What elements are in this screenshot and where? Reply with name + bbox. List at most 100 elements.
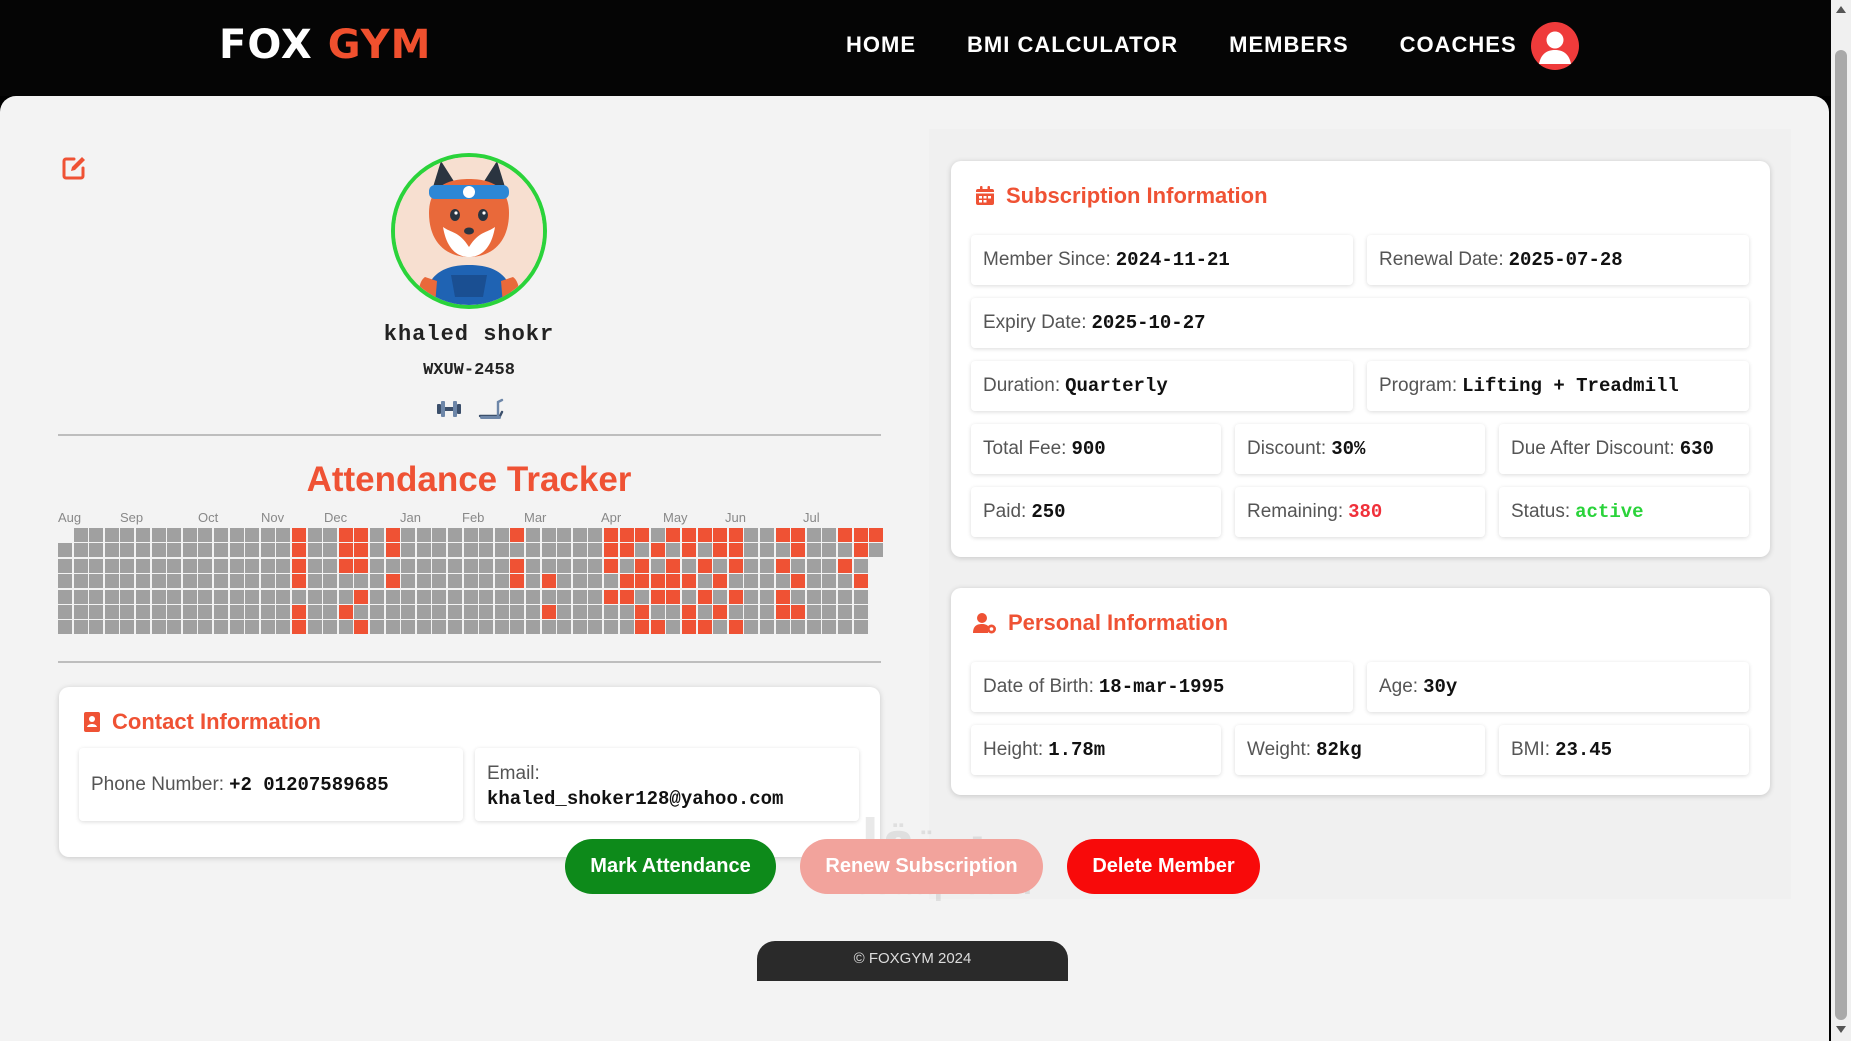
attendance-day-cell [463,574,478,589]
phone-number-label: Phone Number: [91,773,225,795]
member-name: khaled shokr [383,322,555,347]
attendance-day-cell [697,605,712,619]
attendance-day-cell [869,543,884,558]
attendance-day-cell [775,605,790,619]
age-label: Age: [1379,676,1419,697]
user-account-icon[interactable] [1531,22,1579,70]
attendance-day-cell [432,589,447,604]
page-scrollbar[interactable] [1831,0,1851,1041]
attendance-day-cell [104,605,119,619]
attendance-day-cell [697,574,712,589]
attendance-day-cell [370,558,384,573]
scroll-up-arrow-icon[interactable] [1836,6,1846,13]
attendance-day-cell [853,589,868,604]
attendance-day-cell [167,605,182,619]
edit-icon[interactable] [60,154,88,182]
attendance-day-cell [370,605,384,619]
attendance-day-cell [198,574,213,589]
attendance-day-cell [572,620,587,635]
subscription-card-title: Subscription Information [1006,183,1268,208]
attendance-day-cell [307,558,322,573]
attendance-day-cell [635,574,650,589]
attendance-day-cell [214,558,228,573]
attendance-day-cell [214,605,228,619]
delete-member-button[interactable]: Delete Member [1067,839,1260,894]
attendance-day-cell [260,543,275,558]
attendance-day-cell [432,543,447,558]
attendance-day-cell [338,620,353,635]
attendance-day-cell [89,543,104,558]
mark-attendance-button[interactable]: Mark Attendance [565,839,776,894]
attendance-day-cell [401,620,416,635]
attendance-month-label: Jan [400,510,421,525]
attendance-day-cell [73,528,88,542]
attendance-day-cell [682,574,696,589]
attendance-day-cell [58,558,72,573]
attendance-day-cell [557,574,572,589]
attendance-day-cell [666,589,681,604]
attendance-day-cell [214,620,228,635]
scrollbar-thumb[interactable] [1835,50,1847,1020]
email-value[interactable]: khaled_shoker128@yahoo.com [487,786,847,812]
attendance-day-cell [760,543,774,558]
attendance-day-cell [370,528,384,542]
nav-bmi-calculator-link[interactable]: BMI CALCULATOR [967,32,1178,58]
attendance-day-cell [104,620,119,635]
renew-subscription-button[interactable]: Renew Subscription [800,839,1043,894]
attendance-day-cell [292,589,306,604]
attendance-day-cell [635,543,650,558]
attendance-day-cell [526,543,540,558]
attendance-day-cell [650,589,665,604]
attendance-day-cell [791,528,806,542]
scroll-down-arrow-icon[interactable] [1836,1026,1846,1033]
attendance-day-cell [89,528,104,542]
attendance-day-cell [182,574,197,589]
attendance-day-cell [853,620,868,635]
email-field: Email: khaled_shoker128@yahoo.com [475,748,859,821]
attendance-day-cell [182,620,197,635]
attendance-day-cell [728,605,743,619]
attendance-day-cell [494,543,509,558]
attendance-day-cell [526,605,540,619]
attendance-day-cell [619,558,634,573]
section-divider [58,434,881,436]
nav-coaches-link[interactable]: COACHES [1400,32,1517,58]
attendance-day-cell [245,605,260,619]
attendance-day-cell [73,589,88,604]
attendance-day-cell [385,605,400,619]
attendance-day-cell [541,589,556,604]
attendance-day-cell [182,528,197,542]
total-fee-value: 900 [1071,438,1106,460]
attendance-day-cell [354,589,369,604]
attendance-day-cell [73,574,88,589]
attendance-day-cell [182,558,197,573]
attendance-day-cell [822,589,837,604]
attendance-day-cell [510,605,525,619]
attendance-day-cell [120,558,135,573]
attendance-day-cell [682,543,696,558]
attendance-day-cell [276,605,291,619]
contact-information-card: Contact Information Phone Number: +2 012… [59,687,880,857]
attendance-day-cell [697,558,712,573]
attendance-day-cell [635,558,650,573]
nav-members-link[interactable]: MEMBERS [1229,32,1348,58]
attendance-day-cell [120,589,135,604]
attendance-day-cell [182,605,197,619]
attendance-day-cell [260,605,275,619]
program-field: Program: Lifting + Treadmill [1367,361,1749,411]
attendance-day-cell [463,589,478,604]
phone-number-value[interactable]: +2 01207589685 [229,774,389,796]
attendance-day-cell [182,543,197,558]
attendance-day-cell [307,543,322,558]
attendance-day-cell [713,528,728,542]
brand-logo[interactable]: FOX GYM [219,22,431,68]
due-after-discount-field: Due After Discount: 630 [1499,424,1749,474]
logo-word-gym: GYM [327,22,432,68]
attendance-day-cell [760,528,774,542]
nav-home-link[interactable]: HOME [846,32,916,58]
attendance-day-cell [229,574,244,589]
expiry-date-label: Expiry Date: [983,312,1087,333]
attendance-day-cell [510,589,525,604]
paid-field: Paid: 250 [971,487,1221,537]
attendance-day-cell [136,605,150,619]
